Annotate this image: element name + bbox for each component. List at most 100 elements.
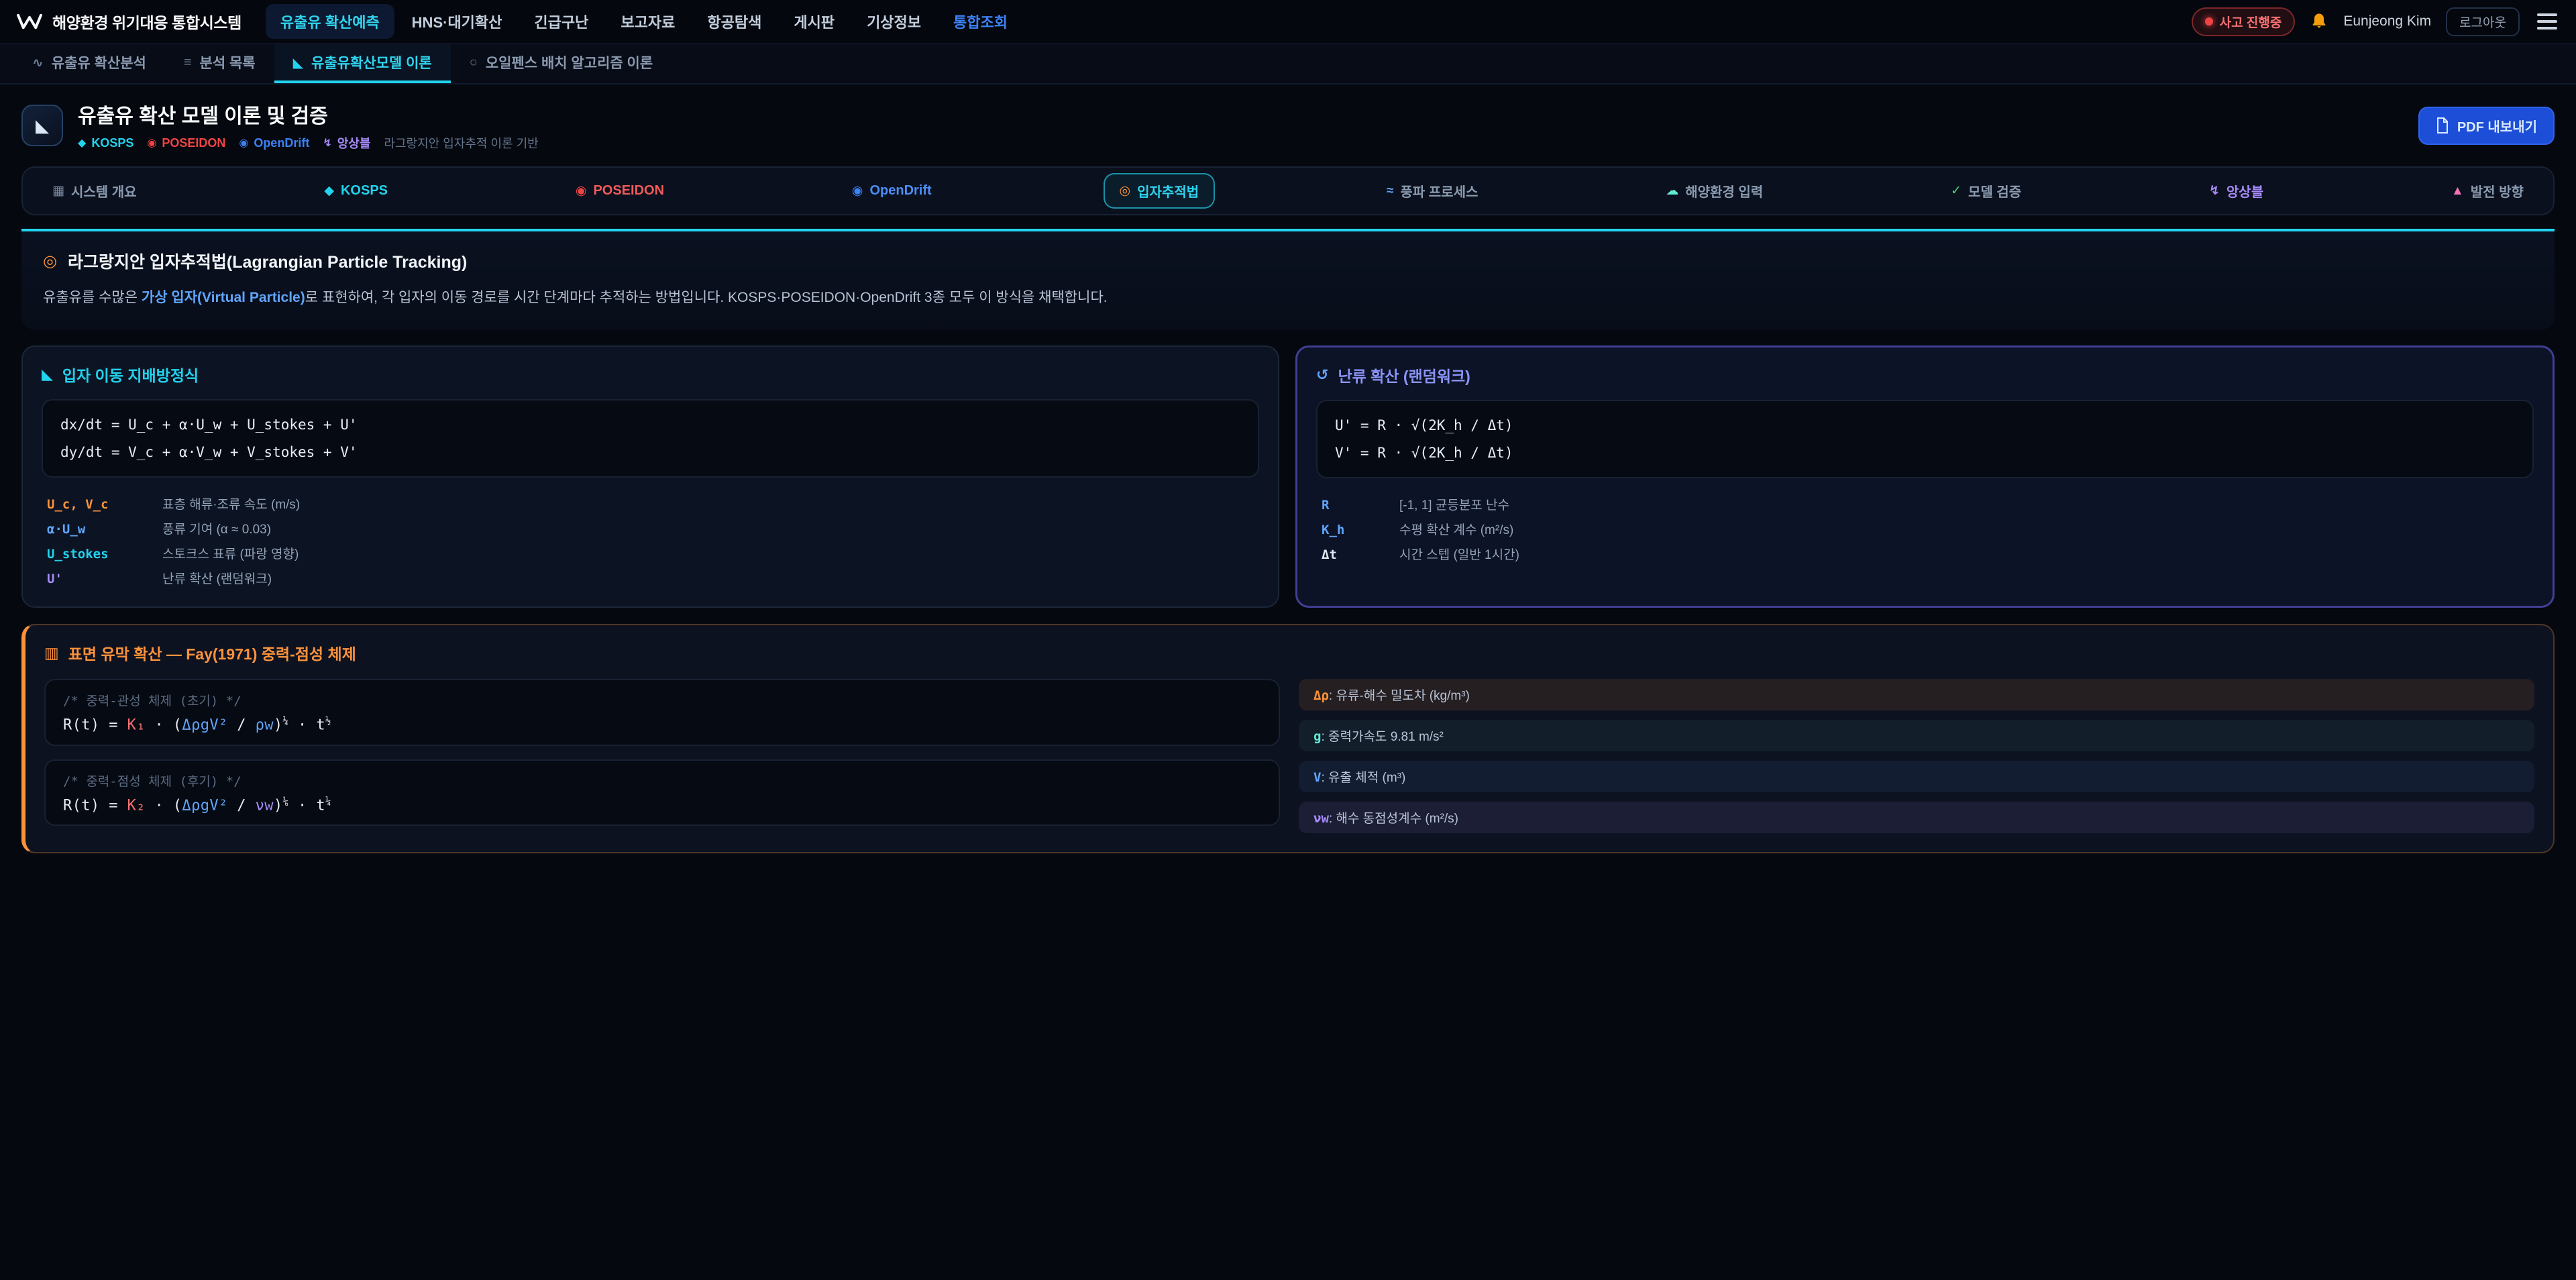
fay-spreading-card: ▥ 표면 유막 확산 — Fay(1971) 중력-점성 체제 /* 중력-관성… <box>21 624 2555 853</box>
section-navigation: ▦ 시스템 개요 ◆ KOSPS ◉ POSEIDON ◉ OpenDrift … <box>21 166 2555 215</box>
tab-oil-fence-algorithm-theory[interactable]: ○ 오일펜스 배치 알고리즘 이론 <box>451 44 672 83</box>
nav-item-weather-info[interactable]: 기상정보 <box>852 4 936 39</box>
page-title: 유출유 확산 모델 이론 및 검증 <box>78 99 539 129</box>
lagrangian-theory-panel: ◎ 라그랑지안 입자추적법(Lagrangian Particle Tracki… <box>21 229 2555 329</box>
section-title: ◎ 라그랑지안 입자추적법(Lagrangian Particle Tracki… <box>43 249 2533 273</box>
target-icon: ◎ <box>43 252 57 271</box>
pill-roadmap[interactable]: ▲ 발전 방향 <box>2435 173 2540 209</box>
page-header-ruler-icon: ◣ <box>21 105 63 146</box>
tab-label: 유출유확산모델 이론 <box>311 52 432 72</box>
fay-parameters-column: Δρ: 유류-해수 밀도차 (kg/m³) g: 중력가속도 9.81 m/s²… <box>1299 679 2534 833</box>
param-density-difference: Δρ: 유류-해수 밀도차 (kg/m³) <box>1299 679 2534 710</box>
badge-kosps: ◆KOSPS <box>78 136 133 150</box>
legend-row: U_stokes 스토크스 표류 (파랑 영향) <box>42 541 1259 566</box>
governing-equation-card: ◣ 입자 이동 지배방정식 dx/dt = U_c + α·U_w + U_st… <box>21 345 1279 608</box>
page-header: ◣ 유출유 확산 모델 이론 및 검증 ◆KOSPS ◉POSEIDON ◉Op… <box>0 85 2576 164</box>
logout-button[interactable]: 로그아웃 <box>2446 7 2520 36</box>
pill-poseidon[interactable]: ◉ POSEIDON <box>559 175 680 207</box>
user-name: Eunjeong Kim <box>2343 13 2431 30</box>
badge-opendrift: ◉OpenDrift <box>239 136 309 150</box>
gravity-inertia-equation: R(t) = K₁ · (ΔρgV² / ρw)¼ · t½ <box>63 716 1261 733</box>
cloud-icon: ☁ <box>1666 183 1678 199</box>
nav-item-spill-prediction[interactable]: 유출유 확산예측 <box>266 4 394 39</box>
tab-label: 분석 목록 <box>200 52 256 72</box>
turbulence-legend: R [-1, 1] 균등분포 난수 K_h 수평 확산 계수 (m²/s) Δt… <box>1316 492 2534 566</box>
app-root: 해양환경 위기대응 통합시스템 유출유 확산예측 HNS·대기확산 긴급구난 보… <box>0 0 2576 853</box>
app-logo[interactable]: 해양환경 위기대응 통합시스템 <box>16 10 241 33</box>
governing-legend: U_c, V_c 표층 해류·조류 속도 (m/s) α·U_w 풍류 기여 (… <box>42 491 1259 590</box>
menu-icon[interactable] <box>2534 8 2560 35</box>
wing-logo-icon <box>16 13 43 30</box>
pdf-export-button[interactable]: PDF 내보내기 <box>2418 107 2555 145</box>
badge-poseidon: ◉POSEIDON <box>147 136 225 150</box>
turbulence-equation-code: U' = R · √(2K_h / Δt)V' = R · √(2K_h / Δ… <box>1316 400 2534 479</box>
param-gravity: g: 중력가속도 9.81 m/s² <box>1299 720 2534 751</box>
nav-item-hns-dispersion[interactable]: HNS·대기확산 <box>397 4 517 39</box>
check-icon: ✓ <box>1951 183 1962 199</box>
notifications-bell-icon[interactable] <box>2310 12 2328 31</box>
page-header-text: 유출유 확산 모델 이론 및 검증 ◆KOSPS ◉POSEIDON ◉Open… <box>78 99 539 152</box>
section-description: 유출유를 수많은 가상 입자(Virtual Particle)로 표현하여, … <box>43 286 2533 309</box>
ring-icon: ◉ <box>239 136 248 150</box>
model-badge-row: ◆KOSPS ◉POSEIDON ◉OpenDrift ↯앙상블 라그랑지안 입… <box>78 134 539 152</box>
tab-analysis-list[interactable]: ≡ 분석 목록 <box>165 44 274 83</box>
diamond-icon: ◆ <box>78 136 86 150</box>
page-subtitle: 라그랑지안 입자추적 이론 기반 <box>384 134 538 152</box>
pill-system-overview[interactable]: ▦ 시스템 개요 <box>36 173 153 209</box>
tab-label: 오일펜스 배치 알고리즘 이론 <box>486 52 653 72</box>
legend-row: R [-1, 1] 균등분포 난수 <box>1316 492 2534 517</box>
governing-equation-code: dx/dt = U_c + α·U_w + U_stokes + U'dy/dt… <box>42 399 1259 478</box>
incident-status-dot <box>2205 17 2213 25</box>
param-spill-volume: V: 유출 체적 (m³) <box>1299 761 2534 792</box>
circle-icon: ○ <box>470 55 478 70</box>
sub-tab-bar: ∿ 유출유 확산분석 ≡ 분석 목록 ◣ 유출유확산모델 이론 ○ 오일펜스 배… <box>0 44 2576 85</box>
equation-cards-row: ◣ 입자 이동 지배방정식 dx/dt = U_c + α·U_w + U_st… <box>21 345 2555 608</box>
ring-icon: ◉ <box>147 136 156 150</box>
pill-model-validation[interactable]: ✓ 모델 검증 <box>1935 173 2037 209</box>
ruler-glyph: ◣ <box>36 115 49 136</box>
list-icon: ≡ <box>184 55 192 70</box>
nav-item-emergency-rescue[interactable]: 긴급구난 <box>519 4 603 39</box>
bolt-icon: ↯ <box>323 136 331 150</box>
pill-wind-wave-process[interactable]: ≈ 풍파 프로세스 <box>1371 173 1494 209</box>
turbulent-diffusion-card: ↺ 난류 확산 (랜덤워크) U' = R · √(2K_h / Δt)V' =… <box>1295 345 2555 608</box>
top-navigation-bar: 해양환경 위기대응 통합시스템 유출유 확산예측 HNS·대기확산 긴급구난 보… <box>0 0 2576 44</box>
tab-spill-analysis[interactable]: ∿ 유출유 확산분석 <box>13 44 165 83</box>
legend-row: U_c, V_c 표층 해류·조류 속도 (m/s) <box>42 491 1259 516</box>
tab-diffusion-model-theory[interactable]: ◣ 유출유확산모델 이론 <box>274 44 451 83</box>
card-title: ◣ 입자 이동 지배방정식 <box>42 363 1259 386</box>
diamond-icon: ◆ <box>324 183 334 199</box>
pill-particle-tracking[interactable]: ◎ 입자추적법 <box>1104 173 1216 209</box>
pill-ocean-env-input[interactable]: ☁ 해양환경 입력 <box>1650 173 1779 209</box>
target-icon: ◎ <box>1120 183 1131 199</box>
incident-status-badge: 사고 진행중 <box>2192 7 2296 36</box>
gravity-viscous-code: /* 중력-점성 체제 (후기) */ R(t) = K₂ · (ΔρgV² /… <box>44 759 1280 826</box>
legend-row: K_h 수평 확산 계수 (m²/s) <box>1316 517 2534 541</box>
nav-item-board[interactable]: 게시판 <box>779 4 849 39</box>
bar-chart-icon: ▥ <box>44 644 59 662</box>
topbar-right-cluster: 사고 진행중 Eunjeong Kim 로그아웃 <box>2192 7 2560 36</box>
gravity-viscous-equation: R(t) = K₂ · (ΔρgV² / νw)⅙ · t¼ <box>63 796 1261 814</box>
bolt-icon: ↯ <box>2209 183 2220 199</box>
nav-item-reports[interactable]: 보고자료 <box>606 4 690 39</box>
fay-equations-column: /* 중력-관성 체제 (초기) */ R(t) = K₁ · (ΔρgV² /… <box>44 679 1280 833</box>
pill-opendrift[interactable]: ◉ OpenDrift <box>836 175 948 207</box>
pill-kosps[interactable]: ◆ KOSPS <box>308 175 404 207</box>
chart-line-icon: ∿ <box>32 54 44 71</box>
legend-row: Δt 시간 스텝 (일반 1시간) <box>1316 541 2534 566</box>
nav-item-integrated-search[interactable]: 통합조회 <box>938 4 1022 39</box>
nav-item-aerial-search[interactable]: 항공탐색 <box>692 4 776 39</box>
monitor-icon: ▦ <box>52 183 64 199</box>
legend-row: α·U_w 풍류 기여 (α ≈ 0.03) <box>42 516 1259 541</box>
card-title: ▥ 표면 유막 확산 — Fay(1971) 중력-점성 체제 <box>44 641 2534 664</box>
pill-ensemble[interactable]: ↯ 앙상블 <box>2193 173 2279 209</box>
badge-ensemble: ↯앙상블 <box>323 134 370 152</box>
param-kinematic-viscosity: νw: 해수 동점성계수 (m²/s) <box>1299 802 2534 833</box>
ruler-icon: ◣ <box>293 54 303 71</box>
ring-icon: ◉ <box>576 183 587 199</box>
card-title: ↺ 난류 확산 (랜덤워크) <box>1316 364 2534 386</box>
virtual-particle-highlight: 가상 입자(Virtual Particle) <box>142 290 305 305</box>
tab-label: 유출유 확산분석 <box>52 52 146 72</box>
spiral-icon: ↺ <box>1316 366 1328 384</box>
fay-grid: /* 중력-관성 체제 (초기) */ R(t) = K₁ · (ΔρgV² /… <box>44 679 2534 833</box>
